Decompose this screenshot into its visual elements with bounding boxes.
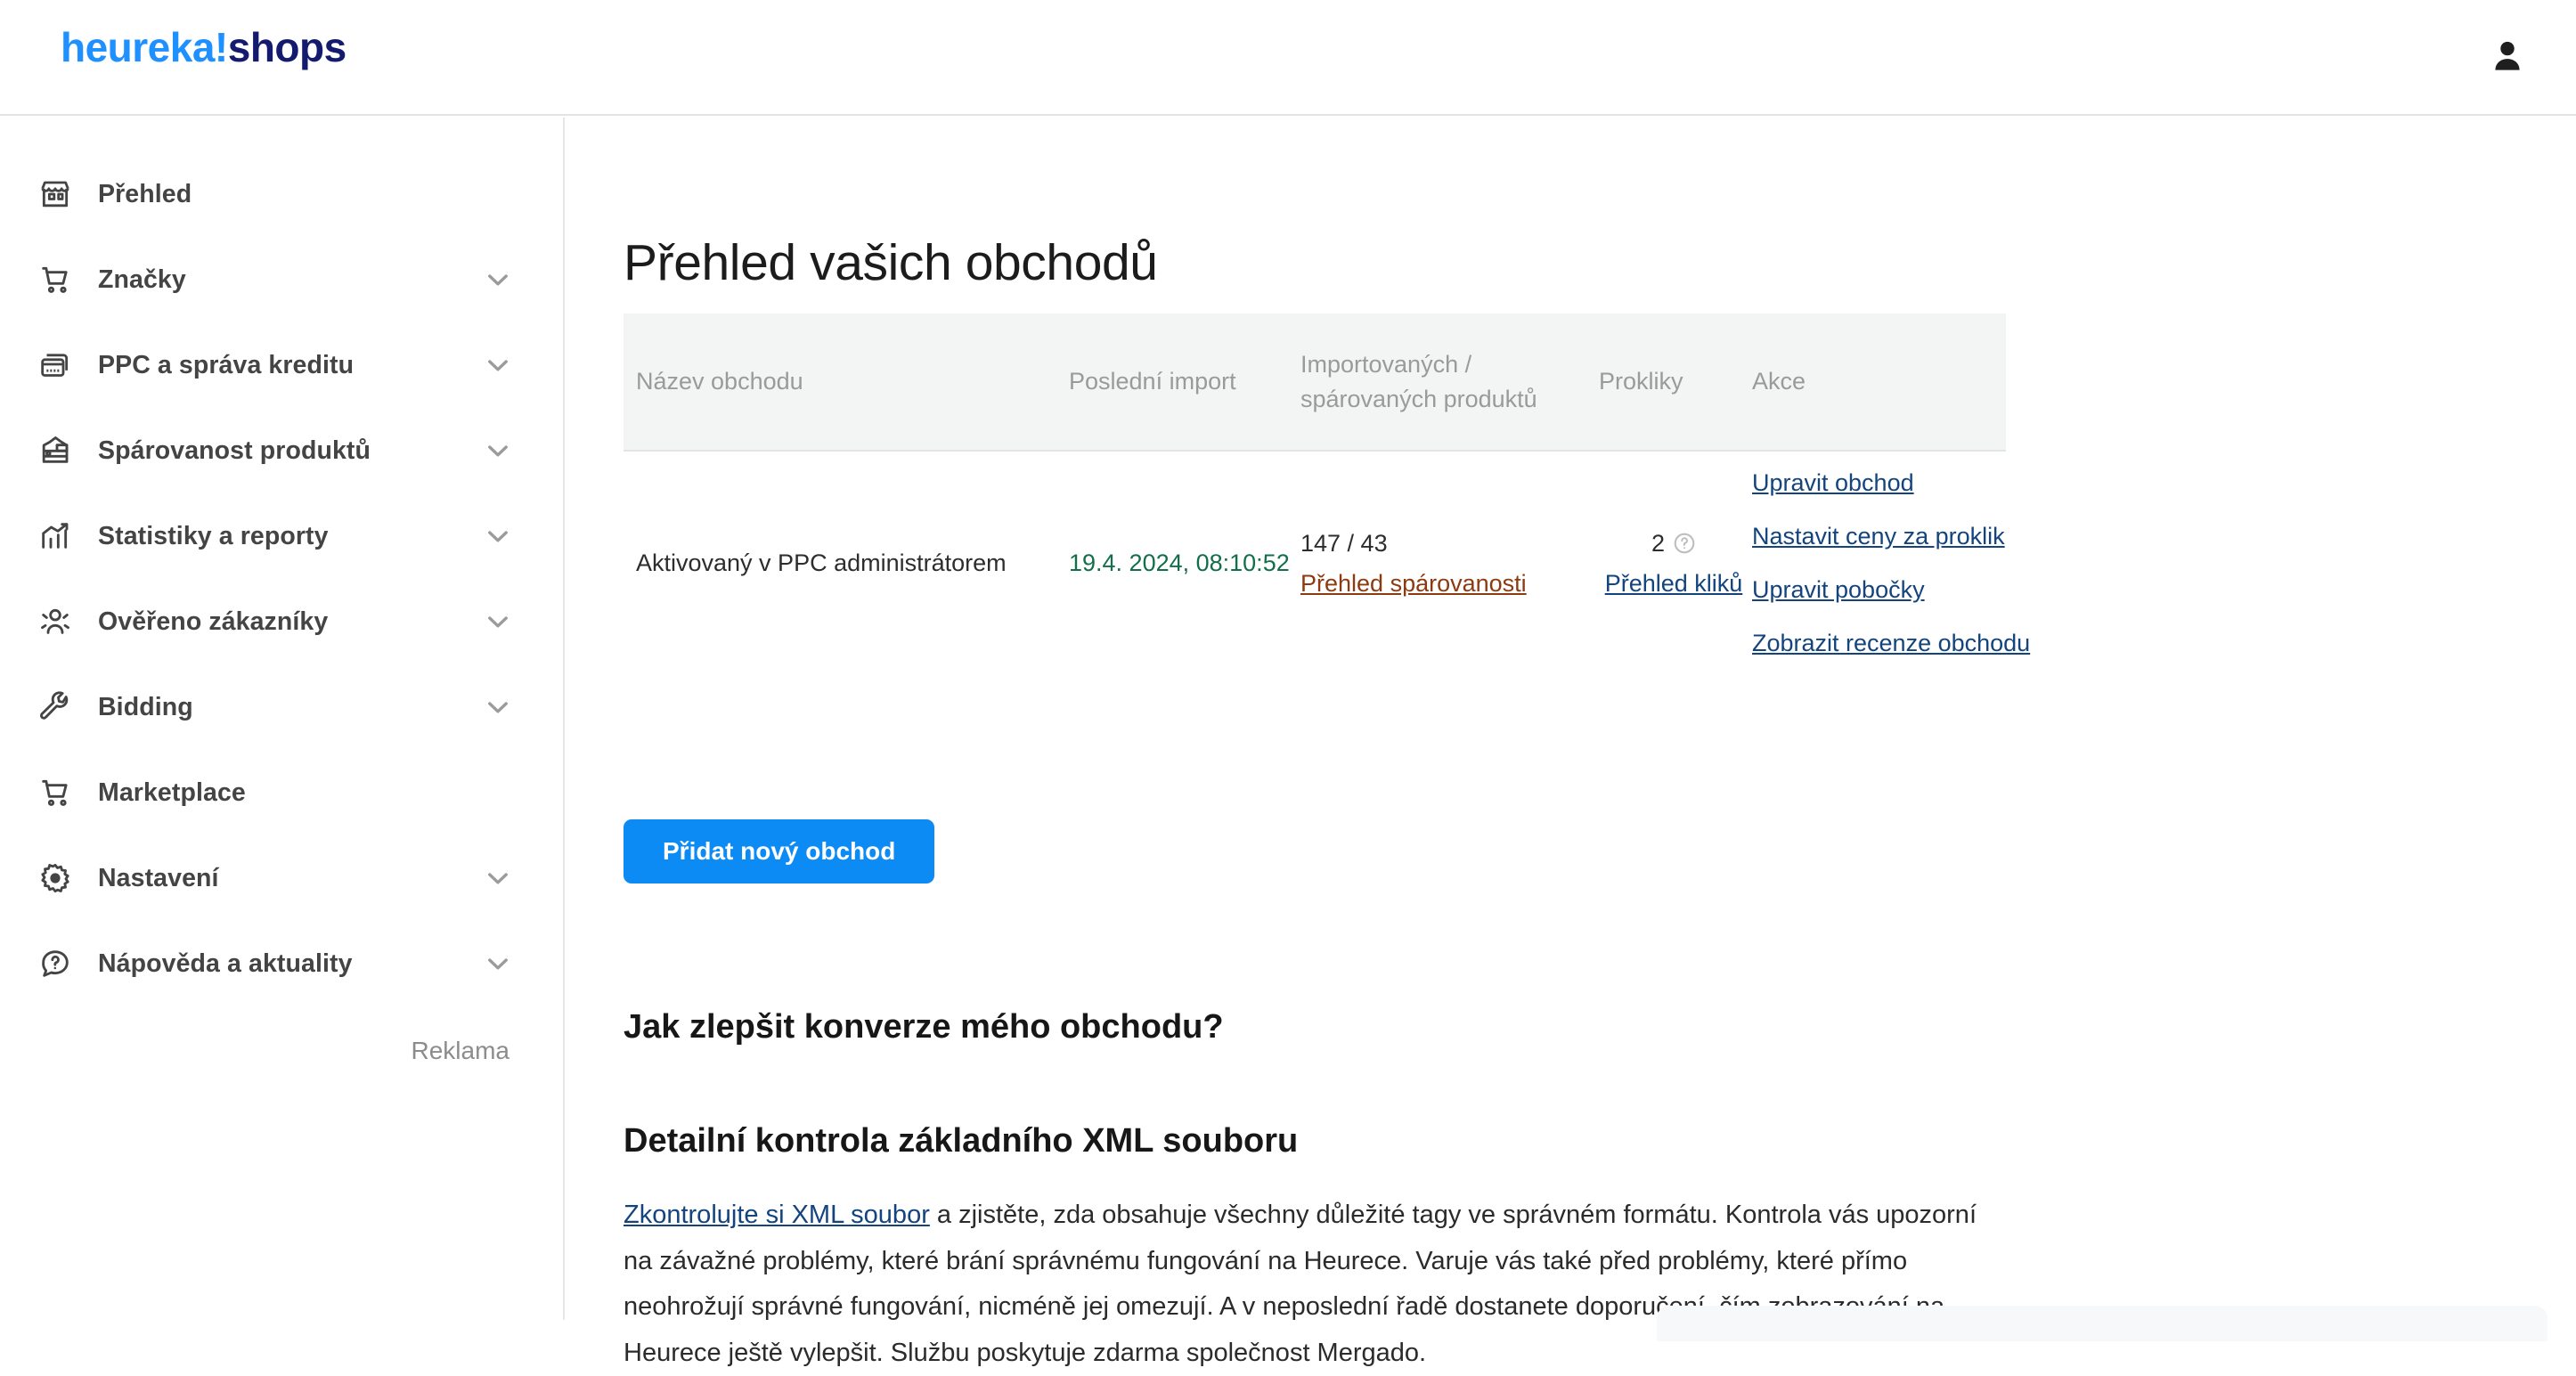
sidebar-ad-label: Reklama — [411, 1037, 509, 1064]
credit-card-icon — [36, 346, 75, 385]
sidebar-item-3[interactable]: PPC a správa kreditu — [0, 322, 563, 408]
cell-shop-name: Aktivovaný v PPC administrátorem — [636, 550, 1007, 577]
chevron-down-icon[interactable] — [483, 863, 513, 893]
logo-primary-text: heureka! — [61, 24, 228, 70]
cell-clicks: 2 Přehled kliků — [1599, 452, 1749, 676]
action-link-1[interactable]: Upravit obchod — [1752, 466, 2006, 501]
column-header-shop-name: Název obchodu — [636, 368, 803, 395]
shops-table: Název obchodu Poslední import Importovan… — [624, 313, 2030, 676]
bottom-floating-panel[interactable] — [1657, 1306, 2547, 1341]
app-logo[interactable]: heureka!shops — [61, 27, 346, 68]
user-icon — [2488, 37, 2527, 80]
logo-secondary-text: shops — [227, 24, 346, 70]
xml-check-link[interactable]: Zkontrolujte si XML soubor — [624, 1201, 930, 1229]
column-header-last-import: Poslední import — [1069, 368, 1236, 395]
sidebar-item-label: Přehled — [98, 179, 192, 208]
column-header-actions: Akce — [1752, 368, 1806, 395]
article-heading: Jak zlepšit konverze mého obchodu? — [624, 1007, 1224, 1046]
page-title: Přehled vašich obchodů — [624, 234, 1158, 292]
sidebar-item-8[interactable]: Marketplace — [0, 750, 563, 835]
chevron-down-icon[interactable] — [483, 692, 513, 722]
matching-overview-link[interactable]: Přehled spárovanosti — [1300, 566, 1599, 601]
sidebar-item-6[interactable]: Ověřeno zákazníky — [0, 579, 563, 664]
chevron-down-icon[interactable] — [483, 350, 513, 380]
article-paragraph: Zkontrolujte si XML soubor a zjistěte, z… — [624, 1193, 1995, 1376]
chevron-down-icon[interactable] — [483, 265, 513, 295]
wrench-icon — [36, 688, 75, 727]
sidebar-item-label: Značky — [98, 265, 186, 294]
products-icon — [36, 431, 75, 470]
add-shop-button[interactable]: Přidat nový obchod — [624, 819, 935, 883]
users-badge-icon — [36, 602, 75, 641]
sidebar-item-label: Marketplace — [98, 778, 246, 807]
sidebar-item-4[interactable]: Spárovanost produktů — [0, 408, 563, 493]
sidebar-item-label: PPC a správa kreditu — [98, 350, 355, 379]
sidebar-item-10[interactable]: Nápověda a aktuality — [0, 921, 563, 1006]
sidebar-item-label: Nastavení — [98, 863, 219, 892]
user-account-button[interactable] — [2479, 29, 2536, 86]
chevron-down-icon[interactable] — [483, 607, 513, 637]
sidebar: Přehled Značky PPC a správa kreditu Spárova… — [0, 118, 565, 1320]
products-count-value: 147 / 43 — [1300, 529, 1388, 557]
chevron-down-icon[interactable] — [483, 949, 513, 979]
table-header-row: Název obchodu Poslední import Importovan… — [624, 313, 2006, 452]
gear-icon — [36, 859, 75, 898]
question-circle-icon[interactable] — [1673, 532, 1696, 555]
last-import-value: 19.4. 2024, 08:10:52 — [1069, 550, 1290, 577]
article-subheading: Detailní kontrola základního XML souboru — [624, 1122, 1299, 1160]
action-links-list: Upravit obchod Nastavit ceny za proklik Up… — [1752, 466, 2030, 662]
sidebar-item-label: Statistiky a reporty — [98, 521, 329, 550]
clicks-overview-link[interactable]: Přehled kliků — [1605, 566, 1743, 601]
cell-last-import: 19.4. 2024, 08:10:52 — [1069, 452, 1300, 676]
sidebar-item-7[interactable]: Bidding — [0, 664, 563, 750]
storefront-icon — [36, 175, 75, 214]
top-bar: heureka!shops — [0, 0, 2576, 116]
sidebar-item-1[interactable]: Přehled — [0, 151, 563, 237]
main-content: Přehled vašich obchodů Název obchodu Pos… — [567, 118, 2576, 1367]
chevron-down-icon[interactable] — [483, 436, 513, 466]
sidebar-item-2[interactable]: Značky — [0, 237, 563, 322]
action-link-4[interactable]: Zobrazit recenze obchodu — [1752, 626, 2030, 661]
sidebar-item-label: Spárovanost produktů — [98, 436, 371, 465]
sidebar-nav-list: Přehled Značky PPC a správa kreditu Spárova… — [0, 151, 563, 1006]
chart-up-icon — [36, 517, 75, 556]
action-link-2[interactable]: Nastavit ceny za proklik — [1752, 519, 2006, 554]
sidebar-item-5[interactable]: Statistiky a reporty — [0, 493, 563, 579]
table-row: Aktivovaný v PPC administrátorem 19.4. 2… — [624, 452, 2030, 676]
action-link-3[interactable]: Upravit pobočky — [1752, 573, 2006, 607]
clicks-count-value: 2 — [1651, 529, 1666, 557]
column-header-clicks: Prokliky — [1599, 368, 1683, 395]
sidebar-item-label: Nápověda a aktuality — [98, 949, 353, 978]
sidebar-item-label: Bidding — [98, 692, 193, 721]
column-header-products: Importovaných / spárovaných produktů — [1300, 351, 1537, 412]
cart-icon — [36, 260, 75, 299]
help-chat-icon — [36, 944, 75, 983]
sidebar-item-label: Ověřeno zákazníky — [98, 607, 329, 636]
sidebar-item-9[interactable]: Nastavení — [0, 835, 563, 921]
cell-products: 147 / 43 Přehled spárovanosti — [1300, 452, 1599, 676]
clicks-count-wrap: 2 — [1651, 526, 1696, 561]
cell-actions: Upravit obchod Nastavit ceny za proklik Up… — [1749, 452, 2030, 676]
cart-icon — [36, 773, 75, 812]
chevron-down-icon[interactable] — [483, 521, 513, 551]
